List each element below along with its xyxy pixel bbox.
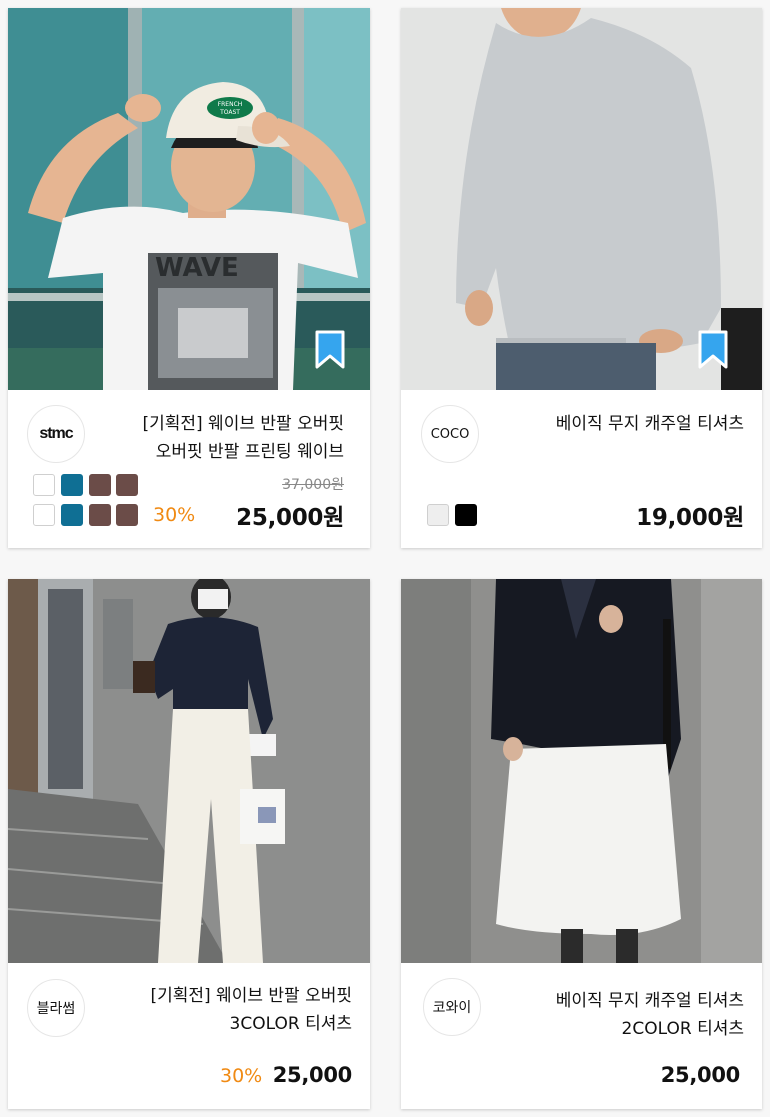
sale-price: 25,000 bbox=[660, 1063, 741, 1087]
color-swatch-teal[interactable] bbox=[61, 504, 83, 526]
product-title-line: 오버핏 반팔 프린팅 웨이브 bbox=[155, 442, 344, 462]
brand-logo[interactable]: 코와이 bbox=[423, 978, 481, 1036]
brand-logo[interactable]: 블라썸 bbox=[27, 979, 85, 1037]
color-swatch-brown[interactable] bbox=[116, 504, 138, 526]
product-title-line: 3COLOR 티셔츠 bbox=[229, 1014, 352, 1034]
svg-text:WAVE: WAVE bbox=[155, 253, 239, 283]
svg-text:FRENCH: FRENCH bbox=[218, 101, 243, 108]
product-photo[interactable] bbox=[401, 579, 762, 963]
color-swatch-brown[interactable] bbox=[89, 474, 111, 496]
product-title-line: 베이직 무지 캐주얼 티셔츠 bbox=[555, 414, 744, 434]
color-swatch-teal[interactable] bbox=[61, 474, 83, 496]
product-card[interactable]: WAVE FRENCH TOAST stmc [기획전] 웨이브 반팔 오버핏 … bbox=[8, 8, 370, 548]
color-swatch-black[interactable] bbox=[455, 504, 477, 526]
svg-text:TOAST: TOAST bbox=[219, 109, 240, 116]
brand-logo[interactable]: stmc bbox=[27, 405, 85, 463]
color-swatch-white[interactable] bbox=[33, 474, 55, 496]
product-title-line: 2COLOR 티셔츠 bbox=[621, 1019, 744, 1039]
discount-rate: 30% bbox=[153, 504, 196, 526]
product-title[interactable]: 베이직 무지 캐주얼 티셔츠 bbox=[556, 410, 744, 438]
product-card[interactable]: 코와이 베이직 무지 캐주얼 티셔츠 2COLOR 티셔츠 25,000 bbox=[401, 579, 762, 1109]
sale-price: 25,000원 bbox=[236, 505, 344, 531]
product-title-line: 베이직 무지 캐주얼 티셔츠 bbox=[555, 991, 744, 1011]
product-title[interactable]: [기획전] 웨이브 반팔 오버핏 오버핏 반팔 프린팅 웨이브 bbox=[142, 410, 344, 466]
color-swatch-light-gray[interactable] bbox=[427, 504, 449, 526]
product-photo[interactable] bbox=[8, 579, 370, 963]
sale-price: 19,000원 bbox=[636, 505, 744, 531]
product-title-line: [기획전] 웨이브 반팔 오버핏 bbox=[142, 414, 344, 434]
sale-price: 25,000 bbox=[272, 1063, 353, 1087]
bookmark-icon[interactable] bbox=[697, 330, 729, 370]
bookmark-icon[interactable] bbox=[314, 330, 346, 370]
discount-rate: 30% bbox=[220, 1065, 263, 1087]
brand-logo[interactable]: COCO bbox=[421, 405, 479, 463]
color-swatch-brown[interactable] bbox=[89, 504, 111, 526]
product-title[interactable]: 베이직 무지 캐주얼 티셔츠 2COLOR 티셔츠 bbox=[556, 987, 744, 1043]
product-title[interactable]: [기획전] 웨이브 반팔 오버핏 3COLOR 티셔츠 bbox=[150, 982, 352, 1038]
product-title-line: [기획전] 웨이브 반팔 오버핏 bbox=[150, 986, 352, 1006]
product-card[interactable]: COCO 베이직 무지 캐주얼 티셔츠 19,000원 bbox=[401, 8, 762, 548]
color-swatch-brown[interactable] bbox=[116, 474, 138, 496]
original-price: 37,000원 bbox=[282, 477, 344, 493]
product-card[interactable]: 블라썸 [기획전] 웨이브 반팔 오버핏 3COLOR 티셔츠 30% 25,0… bbox=[8, 579, 370, 1109]
color-swatch-white[interactable] bbox=[33, 504, 55, 526]
